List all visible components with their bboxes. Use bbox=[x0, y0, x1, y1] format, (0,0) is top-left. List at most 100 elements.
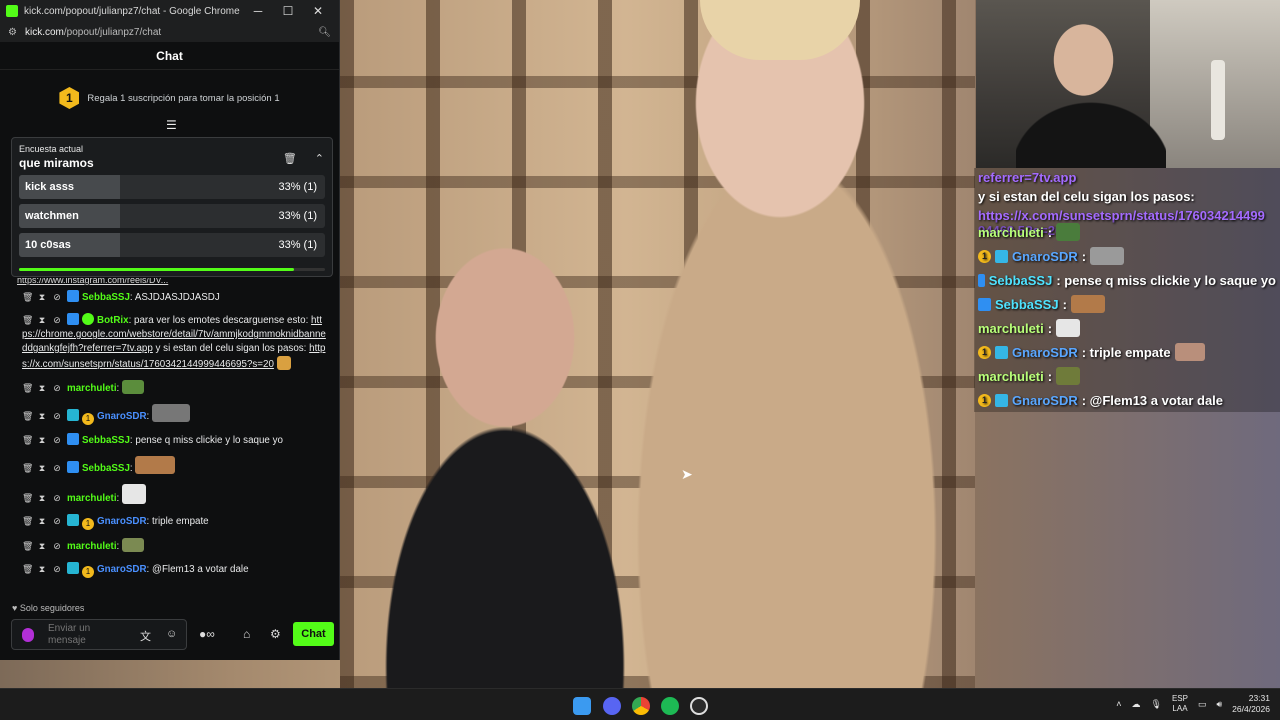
timeout-icon[interactable]: ⧗ bbox=[37, 562, 47, 576]
timeout-icon[interactable]: ⧗ bbox=[37, 461, 47, 475]
voice-icon[interactable] bbox=[22, 628, 34, 642]
tier-badge-icon bbox=[67, 514, 79, 526]
obs-icon[interactable] bbox=[690, 697, 708, 715]
translate-icon[interactable]: 文 bbox=[140, 628, 151, 644]
network-icon[interactable]: ▭ bbox=[1198, 699, 1207, 710]
cloud-icon[interactable]: ☁ bbox=[1132, 699, 1141, 710]
poll-option[interactable]: watchmen 33% (1) bbox=[19, 204, 325, 228]
delete-icon[interactable]: 🗑 bbox=[22, 514, 33, 528]
maximize-button[interactable]: ☐ bbox=[273, 4, 303, 18]
chat-text: ASJDJASJDJASDJ bbox=[134, 292, 220, 303]
chat-message: 🗑 ⧗ ⊘ SebbaSSJ: pense q miss clickie y lo s… bbox=[22, 433, 283, 447]
chat-username[interactable]: GnaroSDR bbox=[97, 516, 147, 527]
ban-icon[interactable]: ⊘ bbox=[52, 381, 62, 395]
delete-icon[interactable]: 🗑 bbox=[22, 381, 33, 395]
timeout-icon[interactable]: ⧗ bbox=[37, 433, 47, 447]
ban-icon[interactable]: ⊘ bbox=[52, 461, 62, 475]
lang-layout: LAA bbox=[1172, 704, 1188, 713]
webcam-feed bbox=[976, 0, 1280, 168]
delete-icon[interactable]: 🗑 bbox=[22, 290, 33, 304]
ban-icon[interactable]: ⊘ bbox=[52, 290, 62, 304]
ban-icon[interactable]: ⊘ bbox=[52, 491, 62, 505]
overlay-user: GnaroSDR bbox=[1012, 392, 1078, 408]
timeout-icon[interactable]: ⧗ bbox=[37, 491, 47, 505]
delete-icon[interactable]: 🗑 bbox=[22, 491, 33, 505]
poll-option[interactable]: kick asss 33% (1) bbox=[19, 175, 325, 199]
message-input[interactable] bbox=[48, 623, 118, 647]
pinned-toggle-icon[interactable]: ☰ bbox=[166, 118, 177, 132]
clock[interactable]: 23:31 26/4/2026 bbox=[1232, 693, 1270, 715]
chat-text: @Flem13 a votar dale bbox=[152, 564, 249, 575]
chat-username[interactable]: GnaroSDR bbox=[97, 411, 147, 422]
send-chat-button[interactable]: Chat bbox=[293, 622, 334, 646]
chat-message: 🗑 ⧗ ⊘ marchuleti: bbox=[0, 534, 338, 558]
chat-username[interactable]: SebbaSSJ bbox=[82, 435, 130, 446]
volume-icon[interactable]: 🔊︎ bbox=[1217, 699, 1223, 710]
chat-username[interactable]: BotRix bbox=[97, 315, 129, 326]
timeout-icon[interactable]: ⧗ bbox=[37, 514, 47, 528]
kick-badge-icon bbox=[978, 273, 985, 287]
site-settings-icon[interactable]: ⚙ bbox=[8, 27, 17, 38]
delete-poll-icon[interactable]: 🗑 bbox=[283, 152, 297, 165]
kick-coins-icon[interactable]: ●∞ bbox=[199, 627, 215, 641]
timeout-icon[interactable]: ⧗ bbox=[37, 409, 47, 423]
overlay-row: 1 GnaroSDR: triple empate bbox=[974, 340, 1280, 364]
close-button[interactable]: ✕ bbox=[303, 4, 333, 18]
discord-icon[interactable] bbox=[603, 697, 621, 715]
chat-message: 🗑 ⧗ ⊘ SebbaSSJ: bbox=[0, 452, 338, 480]
chat-messages[interactable]: https://www.instagram.com/reels/DV... 🗑 ⧗… bbox=[0, 278, 338, 596]
poll-card: Encuesta actual que miramos 🗑 ⌃ kick asss… bbox=[11, 137, 333, 277]
overlay-row: marchuleti: bbox=[974, 364, 1280, 388]
spotify-icon[interactable] bbox=[661, 697, 679, 715]
chat-message: 🗑 ⧗ ⊘ 1 GnaroSDR: @Flem13 a votar dale bbox=[22, 562, 249, 578]
overlay-text: : bbox=[1047, 224, 1053, 240]
timeout-icon[interactable]: ⧗ bbox=[37, 381, 47, 395]
timeout-icon[interactable]: ⧗ bbox=[37, 313, 47, 327]
chat-username[interactable]: marchuleti bbox=[67, 383, 117, 394]
poll-caption: Encuesta actual bbox=[19, 144, 84, 154]
chat-text: pense q miss clickie y lo saque yo bbox=[135, 435, 283, 446]
ban-icon[interactable]: ⊘ bbox=[52, 313, 62, 327]
settings-icon[interactable]: ⚙ bbox=[270, 627, 281, 641]
chat-username[interactable]: SebbaSSJ bbox=[82, 292, 130, 303]
chat-username[interactable]: marchuleti bbox=[67, 493, 117, 504]
tray-chevron-icon[interactable]: ˄ bbox=[1116, 699, 1121, 709]
message-composer[interactable]: 文 ☺ bbox=[11, 619, 187, 650]
delete-icon[interactable]: 🗑 bbox=[22, 433, 33, 447]
mic-icon[interactable]: 🎙︎ bbox=[1151, 699, 1162, 710]
timeout-icon[interactable]: ⧗ bbox=[37, 539, 47, 553]
delete-icon[interactable]: 🗑 bbox=[22, 313, 33, 327]
timeout-icon[interactable]: ⧗ bbox=[37, 290, 47, 304]
ban-icon[interactable]: ⊘ bbox=[52, 562, 62, 576]
windows-start-icon[interactable] bbox=[573, 697, 591, 715]
chrome-icon[interactable] bbox=[632, 697, 650, 715]
ban-icon[interactable]: ⊘ bbox=[52, 409, 62, 423]
followers-only-label: Solo seguidores bbox=[19, 603, 85, 613]
store-icon[interactable]: ⌂ bbox=[243, 627, 250, 641]
verified-badge-icon bbox=[82, 313, 94, 325]
ban-icon[interactable]: ⊘ bbox=[52, 514, 62, 528]
url-text[interactable]: kick.com/popout/julianpz7/chat bbox=[25, 27, 161, 38]
delete-icon[interactable]: 🗑 bbox=[22, 409, 33, 423]
emoji-icon[interactable]: ☺ bbox=[166, 628, 177, 640]
ban-icon[interactable]: ⊘ bbox=[52, 539, 62, 553]
chat-username[interactable]: marchuleti bbox=[67, 541, 117, 552]
language-indicator[interactable]: ESP LAA bbox=[1172, 694, 1188, 714]
person-right bbox=[610, 0, 950, 688]
chat-username[interactable]: GnaroSDR bbox=[97, 564, 147, 575]
url-bar[interactable]: ⚙ kick.com/popout/julianpz7/chat 🔍︎ bbox=[0, 22, 339, 42]
collapse-poll-icon[interactable]: ⌃ bbox=[315, 152, 324, 165]
cut-link[interactable]: https://www.instagram.com/reels/DV... bbox=[0, 278, 338, 286]
delete-icon[interactable]: 🗑 bbox=[22, 539, 33, 553]
delete-icon[interactable]: 🗑 bbox=[22, 461, 33, 475]
chat-username[interactable]: SebbaSSJ bbox=[82, 463, 130, 474]
ban-icon[interactable]: ⊘ bbox=[52, 433, 62, 447]
overlay-text: y si estan del celu sigan los pasos: bbox=[978, 189, 1195, 204]
zoom-icon[interactable]: 🔍︎ bbox=[318, 27, 331, 38]
minimize-button[interactable]: ─ bbox=[243, 4, 273, 18]
sub-badge-icon: 1 bbox=[978, 345, 991, 359]
delete-icon[interactable]: 🗑 bbox=[22, 562, 33, 576]
poll-option[interactable]: 10 c0sas 33% (1) bbox=[19, 233, 325, 257]
emote-icon bbox=[122, 484, 146, 504]
poll-option-percent: 33% (1) bbox=[278, 239, 317, 251]
